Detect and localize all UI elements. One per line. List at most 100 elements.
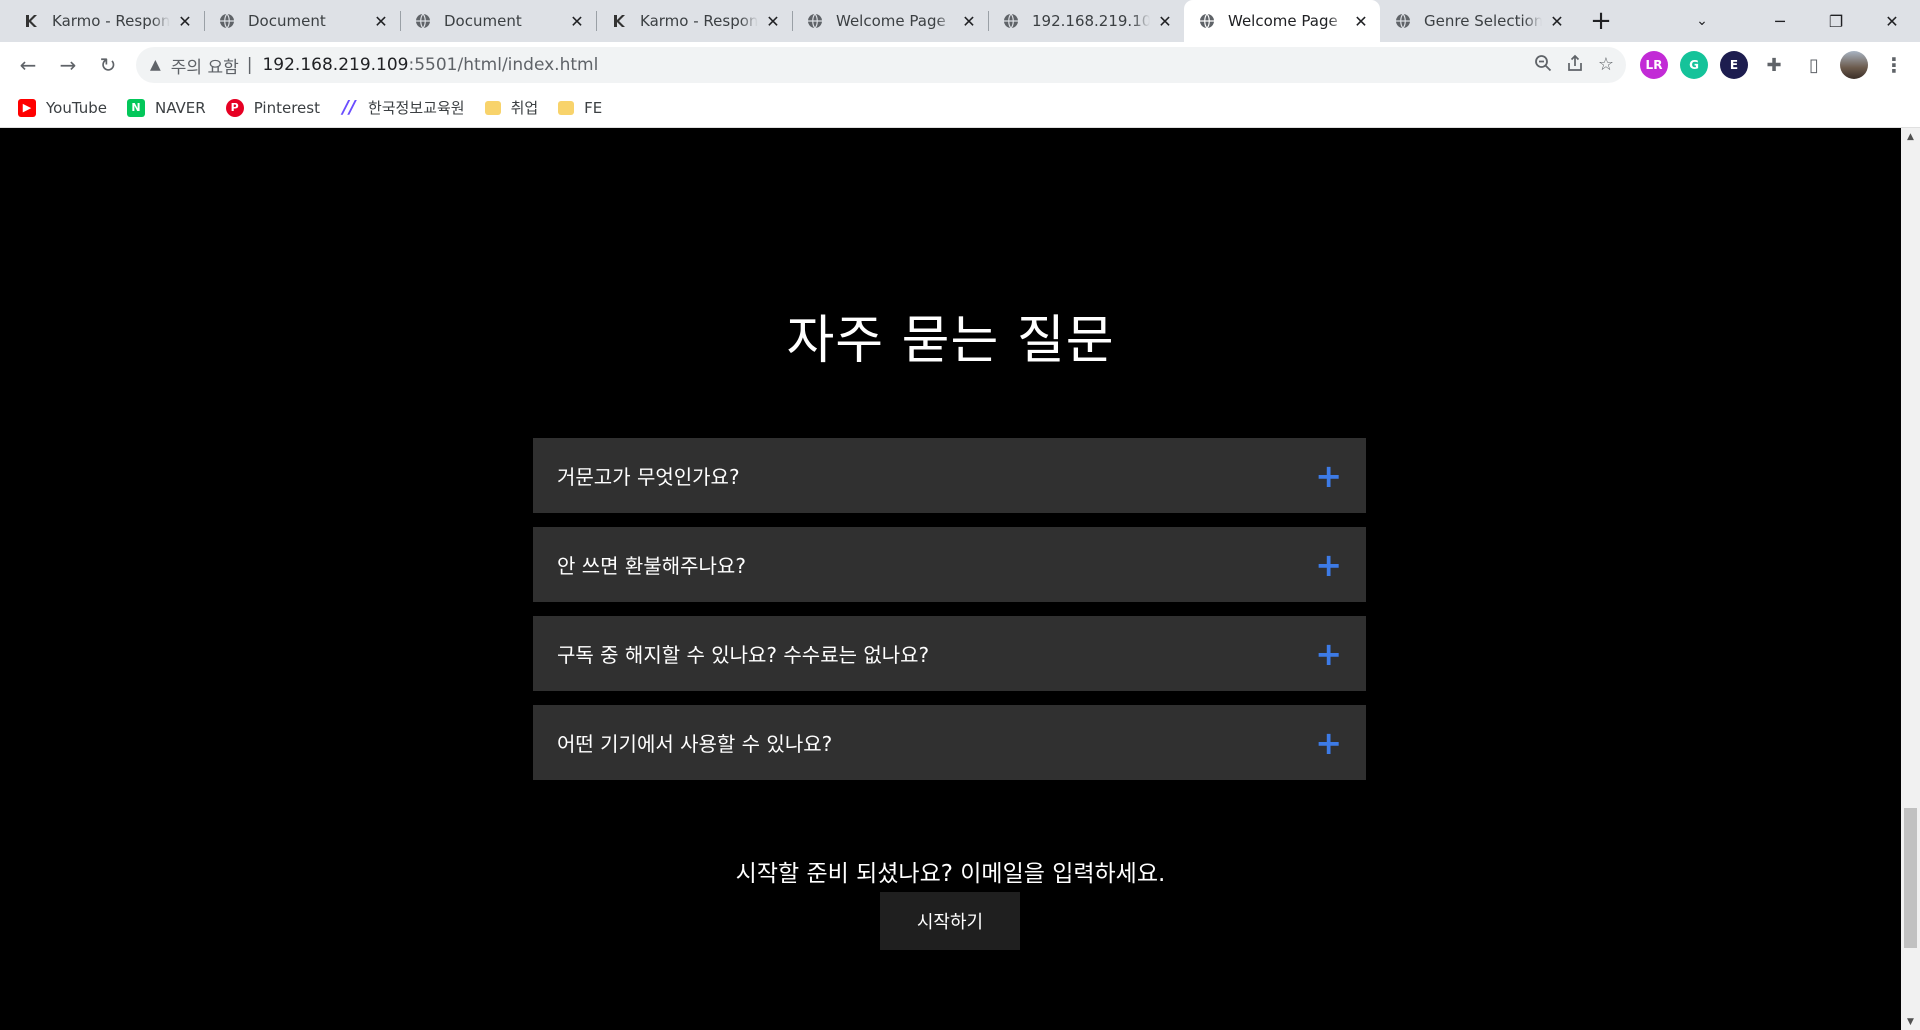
bookmark-label: 한국정보교육원 — [367, 99, 465, 117]
close-icon[interactable]: ✕ — [764, 12, 782, 31]
omnibox-actions: ☆ — [1534, 54, 1614, 77]
faq-question: 안 쓰면 환불해주나요? — [557, 554, 746, 578]
profile-avatar[interactable] — [1840, 51, 1868, 79]
kosta-icon: // — [342, 97, 356, 118]
back-arrow-icon[interactable]: ← — [8, 45, 48, 85]
kebab-menu-icon[interactable]: ⋮ — [1880, 51, 1908, 79]
tab-karmo-2[interactable]: Karmo - Responsive ✕ — [596, 0, 792, 42]
tab-karmo-1[interactable]: Karmo - Responsive ✕ — [8, 0, 204, 42]
plus-icon[interactable]: + — [1315, 460, 1342, 492]
side-panel-icon[interactable]: ▯ — [1800, 51, 1828, 79]
language-reactor-icon[interactable]: LR — [1640, 51, 1668, 79]
bookmark-label: YouTube — [46, 98, 107, 117]
tab-welcome-1[interactable]: Welcome Page ✕ — [792, 0, 988, 42]
url-host[interactable]: 192.168.219.109 — [262, 55, 408, 75]
tab-title: Genre Selection Page — [1424, 12, 1542, 30]
bookmark-label: Pinterest — [253, 98, 320, 117]
youtube-icon: ▶ — [18, 98, 36, 117]
globe-icon — [414, 12, 432, 30]
restore-icon[interactable]: ❐ — [1808, 0, 1864, 42]
vertical-scrollbar[interactable]: ▲ ▼ — [1901, 128, 1920, 1030]
close-icon[interactable]: ✕ — [1156, 12, 1174, 31]
globe-icon — [806, 12, 824, 30]
extension-e-icon[interactable]: E — [1720, 51, 1748, 79]
karmo-icon — [22, 12, 40, 30]
globe-icon — [218, 12, 236, 30]
faq-list: 거문고가 무엇인가요? + 안 쓰면 환불해주나요? + 구독 중 해지할 수 … — [533, 438, 1366, 794]
scroll-down-arrow-icon[interactable]: ▼ — [1901, 1013, 1920, 1030]
close-icon[interactable]: ✕ — [1352, 12, 1370, 31]
faq-question: 어떤 기기에서 사용할 수 있나요? — [557, 732, 833, 756]
tab-title: Welcome Page — [836, 12, 946, 30]
close-icon[interactable]: ✕ — [176, 12, 194, 31]
bookmark-folder-fe[interactable]: FE — [558, 99, 602, 117]
minimize-icon[interactable]: ─ — [1752, 0, 1808, 42]
folder-icon — [558, 100, 575, 115]
warning-icon[interactable]: ▲ — [150, 57, 161, 73]
tab-search-icon[interactable]: ⌄ — [1674, 0, 1730, 42]
tab-ip[interactable]: 192.168.219.109 ✕ — [988, 0, 1184, 42]
tab-title: Document — [444, 12, 522, 30]
faq-item[interactable]: 거문고가 무엇인가요? + — [533, 438, 1366, 513]
tab-strip: Karmo - Responsive ✕ Document ✕ Document… — [0, 0, 1920, 42]
tab-list: Karmo - Responsive ✕ Document ✕ Document… — [0, 0, 1620, 42]
bookmark-label: NAVER — [155, 98, 206, 117]
karmo-icon — [610, 12, 628, 30]
zoom-icon[interactable] — [1534, 54, 1552, 77]
close-icon[interactable]: ✕ — [1548, 12, 1566, 31]
tab-document-1[interactable]: Document ✕ — [204, 0, 400, 42]
browser-toolbar: ← → ↻ ▲ 주의 요함 | 192.168.219.109:5501/htm… — [0, 42, 1920, 88]
bookmarks-bar: ▶ YouTube N NAVER P Pinterest // 한국정보교육원… — [0, 88, 1920, 128]
globe-icon — [1394, 12, 1412, 30]
url-path[interactable]: :5501/html/index.html — [409, 55, 599, 75]
bookmark-label: 취업 — [510, 99, 539, 117]
bookmark-naver[interactable]: N NAVER — [127, 98, 206, 117]
tab-welcome-active[interactable]: Welcome Page ✕ — [1184, 0, 1380, 42]
tab-title: Karmo - Responsive — [52, 12, 170, 30]
faq-question: 거문고가 무엇인가요? — [557, 465, 740, 489]
faq-title: 자주 묻는 질문 — [786, 311, 1115, 371]
new-tab-button[interactable]: + — [1582, 0, 1620, 42]
bookmark-folder-jobs[interactable]: 취업 — [484, 97, 539, 118]
bookmark-star-icon[interactable]: ☆ — [1598, 54, 1614, 77]
separator: | — [246, 55, 253, 75]
cta-text: 시작할 준비 되셨나요? 이메일을 입력하세요. — [735, 861, 1166, 887]
faq-item[interactable]: 안 쓰면 환불해주나요? + — [533, 527, 1366, 602]
bookmark-pinterest[interactable]: P Pinterest — [225, 98, 320, 117]
scroll-thumb[interactable] — [1904, 808, 1917, 948]
close-icon[interactable]: ✕ — [372, 12, 390, 31]
globe-icon — [1002, 12, 1020, 30]
folder-icon — [484, 100, 501, 115]
pinterest-icon: P — [225, 98, 244, 117]
close-icon[interactable]: ✕ — [960, 12, 978, 31]
bookmark-label: FE — [584, 98, 603, 117]
start-button[interactable]: 시작하기 — [880, 892, 1020, 950]
extensions-puzzle-icon[interactable]: ✚ — [1760, 51, 1788, 79]
grammarly-icon[interactable]: G — [1680, 51, 1708, 79]
page-content: 자주 묻는 질문 거문고가 무엇인가요? + 안 쓰면 환불해주나요? + 구독… — [0, 128, 1901, 1030]
tab-title: Karmo - Responsive — [640, 12, 758, 30]
plus-icon[interactable]: + — [1315, 638, 1342, 670]
tab-title: 192.168.219.109 — [1032, 12, 1150, 30]
security-label[interactable]: 주의 요함 — [171, 53, 239, 78]
tab-genre[interactable]: Genre Selection Page ✕ — [1380, 0, 1576, 42]
tab-title: Document — [248, 12, 326, 30]
tab-document-2[interactable]: Document ✕ — [400, 0, 596, 42]
faq-item[interactable]: 구독 중 해지할 수 있나요? 수수료는 없나요? + — [533, 616, 1366, 691]
plus-icon[interactable]: + — [1315, 727, 1342, 759]
extensions-area: LR G E ✚ ▯ ⋮ — [1640, 51, 1908, 79]
reload-icon[interactable]: ↻ — [88, 45, 128, 85]
tab-title: Welcome Page — [1228, 12, 1338, 30]
scroll-up-arrow-icon[interactable]: ▲ — [1901, 128, 1920, 145]
address-bar[interactable]: ▲ 주의 요함 | 192.168.219.109:5501/html/inde… — [136, 47, 1626, 83]
plus-icon[interactable]: + — [1315, 549, 1342, 581]
bookmark-kosta[interactable]: // 한국정보교육원 — [340, 97, 465, 118]
bookmark-youtube[interactable]: ▶ YouTube — [18, 98, 107, 117]
forward-arrow-icon[interactable]: → — [48, 45, 88, 85]
close-window-icon[interactable]: ✕ — [1864, 0, 1920, 42]
faq-item[interactable]: 어떤 기기에서 사용할 수 있나요? + — [533, 705, 1366, 780]
naver-icon: N — [127, 98, 145, 117]
close-icon[interactable]: ✕ — [568, 12, 586, 31]
share-icon[interactable] — [1566, 54, 1584, 77]
window-controls: ─ ❐ ✕ — [1752, 0, 1920, 42]
